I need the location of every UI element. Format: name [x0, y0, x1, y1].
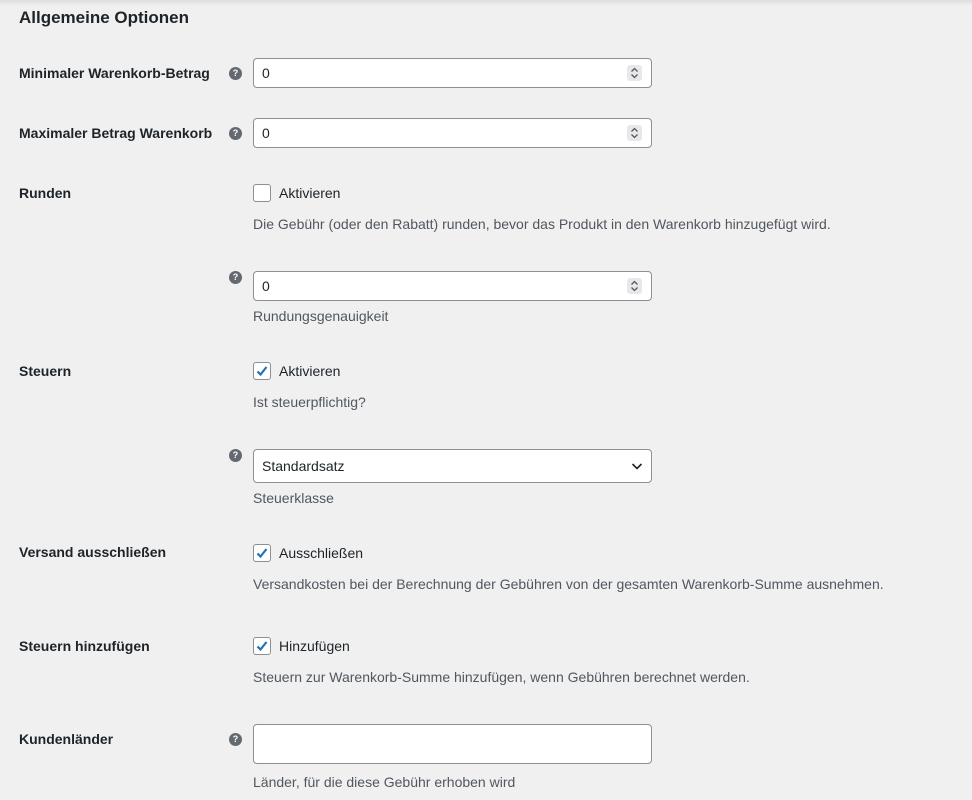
- number-spinner-icon[interactable]: [627, 65, 642, 81]
- number-spinner-icon[interactable]: [627, 278, 642, 294]
- rounding-label: Runden: [19, 185, 72, 201]
- taxes-checkbox-label[interactable]: Aktivieren: [279, 362, 340, 380]
- exclude-shipping-description: Versandkosten bei der Berechnung der Geb…: [253, 576, 884, 592]
- customer-countries-label: Kundenländer: [19, 731, 114, 747]
- exclude-shipping-checkbox-label[interactable]: Ausschließen: [279, 544, 363, 562]
- rounding-precision-input[interactable]: [254, 272, 622, 300]
- checkmark-icon: [256, 641, 268, 652]
- min-cart-field[interactable]: [253, 58, 652, 88]
- taxes-description: Ist steuerpflichtig?: [253, 394, 366, 410]
- add-taxes-checkbox[interactable]: [253, 637, 271, 655]
- max-cart-field[interactable]: [253, 118, 652, 148]
- taxes-label: Steuern: [19, 363, 72, 379]
- taxes-checkbox[interactable]: [253, 362, 271, 380]
- help-icon[interactable]: ?: [229, 449, 242, 462]
- rounding-description: Die Gebühr (oder den Rabatt) runden, bev…: [253, 216, 831, 232]
- add-taxes-description: Steuern zur Warenkorb-Summe hinzufügen, …: [253, 669, 750, 685]
- section-title: Allgemeine Optionen: [19, 8, 190, 27]
- rounding-precision-caption: Rundungsgenauigkeit: [253, 308, 389, 324]
- add-taxes-label: Steuern hinzufügen: [19, 638, 150, 654]
- customer-countries-description: Länder, für die diese Gebühr erhoben wir…: [253, 774, 516, 790]
- customer-countries-field[interactable]: [253, 724, 652, 764]
- checkmark-icon: [256, 366, 268, 377]
- exclude-shipping-checkbox[interactable]: [253, 544, 271, 562]
- tax-class-value: Standardsatz: [262, 458, 345, 474]
- rounding-precision-field[interactable]: [253, 271, 652, 301]
- help-icon[interactable]: ?: [229, 67, 242, 80]
- top-shadow: [0, 0, 972, 6]
- add-taxes-checkbox-label[interactable]: Hinzufügen: [279, 637, 350, 655]
- rounding-checkbox-label[interactable]: Aktivieren: [279, 184, 340, 202]
- exclude-shipping-label: Versand ausschließen: [19, 544, 167, 560]
- help-icon[interactable]: ?: [229, 127, 242, 140]
- tax-class-caption: Steuerklasse: [253, 490, 334, 506]
- number-spinner-icon[interactable]: [627, 125, 642, 141]
- rounding-checkbox[interactable]: [253, 184, 271, 202]
- tax-class-select[interactable]: Standardsatz: [253, 449, 652, 483]
- help-icon[interactable]: ?: [229, 733, 242, 746]
- min-cart-input[interactable]: [254, 59, 622, 87]
- checkmark-icon: [256, 548, 268, 559]
- min-cart-label: Minimaler Warenkorb-Betrag: [19, 65, 210, 81]
- chevron-down-icon: [631, 463, 643, 470]
- max-cart-label: Maximaler Betrag Warenkorb: [19, 125, 213, 141]
- max-cart-input[interactable]: [254, 119, 622, 147]
- help-icon[interactable]: ?: [229, 271, 242, 284]
